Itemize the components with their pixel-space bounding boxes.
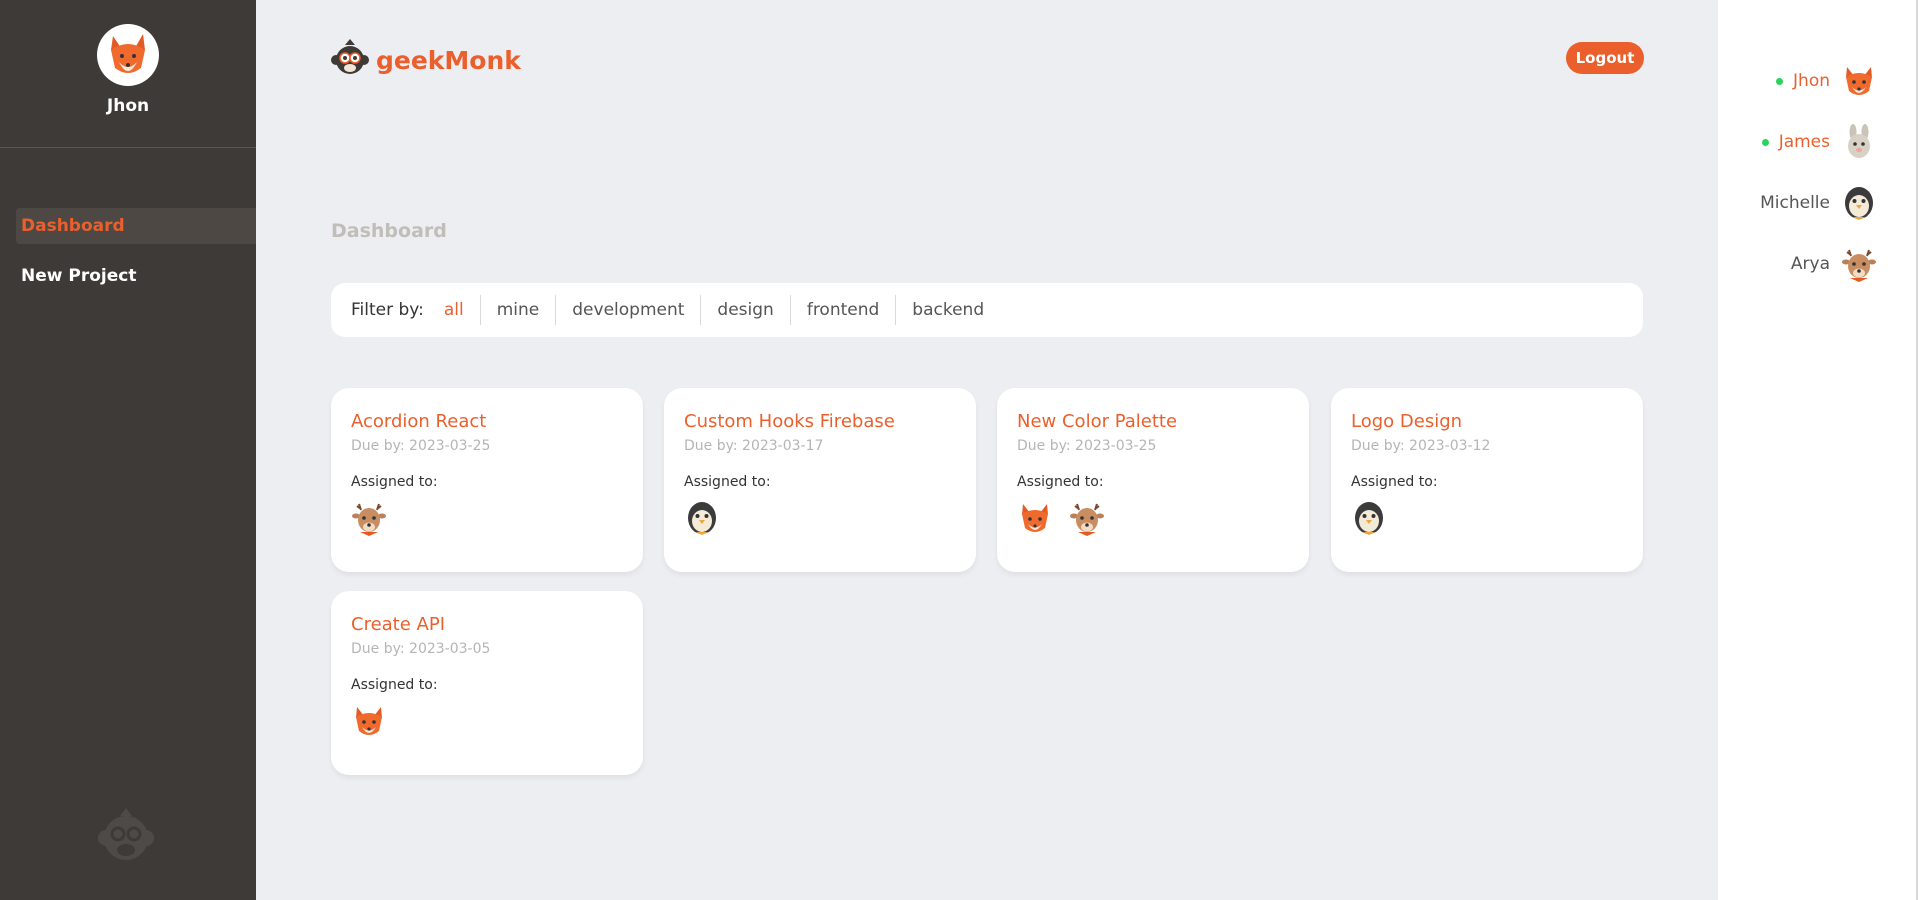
user-name: Jhon xyxy=(1793,71,1830,91)
logout-button[interactable]: Logout xyxy=(1566,42,1644,74)
left-sidebar: Jhon Dashboard New Project xyxy=(0,0,256,900)
user-name: Arya xyxy=(1790,254,1830,274)
assigned-label: Assigned to: xyxy=(1017,474,1104,490)
filter-bar: Filter by: all mine development design f… xyxy=(331,283,1643,337)
user-profile: Jhon xyxy=(0,0,256,148)
filter-development[interactable]: development xyxy=(555,295,700,325)
assigned-label: Assigned to: xyxy=(351,677,438,693)
assigned-label: Assigned to: xyxy=(1351,474,1438,490)
project-title[interactable]: Custom Hooks Firebase xyxy=(684,410,956,434)
project-due-date: Due by: 2023-03-25 xyxy=(1017,438,1157,454)
fox-avatar-icon xyxy=(1840,62,1878,100)
penguin-avatar-icon xyxy=(1351,500,1387,536)
page-title: Dashboard xyxy=(331,220,447,242)
project-card[interactable]: Acordion React Due by: 2023-03-25 Assign… xyxy=(331,388,643,572)
rabbit-avatar-icon xyxy=(1840,123,1878,161)
brand[interactable]: geekMonk xyxy=(330,38,521,82)
nav-dashboard[interactable]: Dashboard xyxy=(16,208,256,244)
deer-avatar-icon xyxy=(1840,245,1878,283)
project-card[interactable]: Custom Hooks Firebase Due by: 2023-03-17… xyxy=(664,388,976,572)
fox-avatar-icon xyxy=(351,703,387,739)
filter-mine[interactable]: mine xyxy=(479,295,556,325)
penguin-avatar-icon xyxy=(1840,184,1878,222)
brand-name: geekMonk xyxy=(376,45,521,75)
nav-new-project[interactable]: New Project xyxy=(16,258,256,294)
assignee-list xyxy=(351,703,623,739)
deer-avatar-icon xyxy=(1069,500,1105,536)
user-item-jhon[interactable]: Jhon xyxy=(1776,61,1878,101)
fox-icon xyxy=(97,24,159,86)
project-card[interactable]: New Color Palette Due by: 2023-03-25 Ass… xyxy=(997,388,1309,572)
monkey-logo-icon xyxy=(330,38,370,82)
sidebar-nav: Dashboard New Project xyxy=(0,208,256,294)
assigned-label: Assigned to: xyxy=(351,474,438,490)
filter-frontend[interactable]: frontend xyxy=(789,295,895,325)
user-name: James xyxy=(1778,132,1830,152)
project-due-date: Due by: 2023-03-12 xyxy=(1351,438,1491,454)
project-card[interactable]: Create API Due by: 2023-03-05 Assigned t… xyxy=(331,591,643,775)
deer-avatar-icon xyxy=(351,500,387,536)
filter-label: Filter by: xyxy=(351,300,424,320)
assignee-list xyxy=(351,500,623,536)
user-name: Michelle xyxy=(1760,193,1830,213)
online-status-icon xyxy=(1776,77,1784,85)
assigned-label: Assigned to: xyxy=(684,474,771,490)
project-title[interactable]: Acordion React xyxy=(351,410,623,434)
project-title[interactable]: Create API xyxy=(351,613,623,637)
filter-design[interactable]: design xyxy=(700,295,789,325)
online-status-icon xyxy=(1761,138,1769,146)
project-due-date: Due by: 2023-03-17 xyxy=(684,438,824,454)
filter-all[interactable]: all xyxy=(434,295,480,325)
project-due-date: Due by: 2023-03-25 xyxy=(351,438,491,454)
project-title[interactable]: Logo Design xyxy=(1351,410,1623,434)
filter-backend[interactable]: backend xyxy=(895,295,1000,325)
assignee-list xyxy=(1017,500,1289,536)
project-title[interactable]: New Color Palette xyxy=(1017,410,1289,434)
profile-name: Jhon xyxy=(106,96,150,116)
penguin-avatar-icon xyxy=(684,500,720,536)
online-users-sidebar: Jhon James Michelle Arya xyxy=(1718,0,1918,900)
assignee-list xyxy=(1351,500,1623,536)
user-item-arya[interactable]: Arya xyxy=(1791,244,1878,284)
project-card[interactable]: Logo Design Due by: 2023-03-12 Assigned … xyxy=(1331,388,1643,572)
user-item-michelle[interactable]: Michelle xyxy=(1760,183,1878,223)
user-item-james[interactable]: James xyxy=(1761,122,1878,162)
monkey-logo-icon xyxy=(94,806,158,870)
project-due-date: Due by: 2023-03-05 xyxy=(351,641,491,657)
assignee-list xyxy=(684,500,956,536)
fox-avatar-icon xyxy=(1017,500,1053,536)
